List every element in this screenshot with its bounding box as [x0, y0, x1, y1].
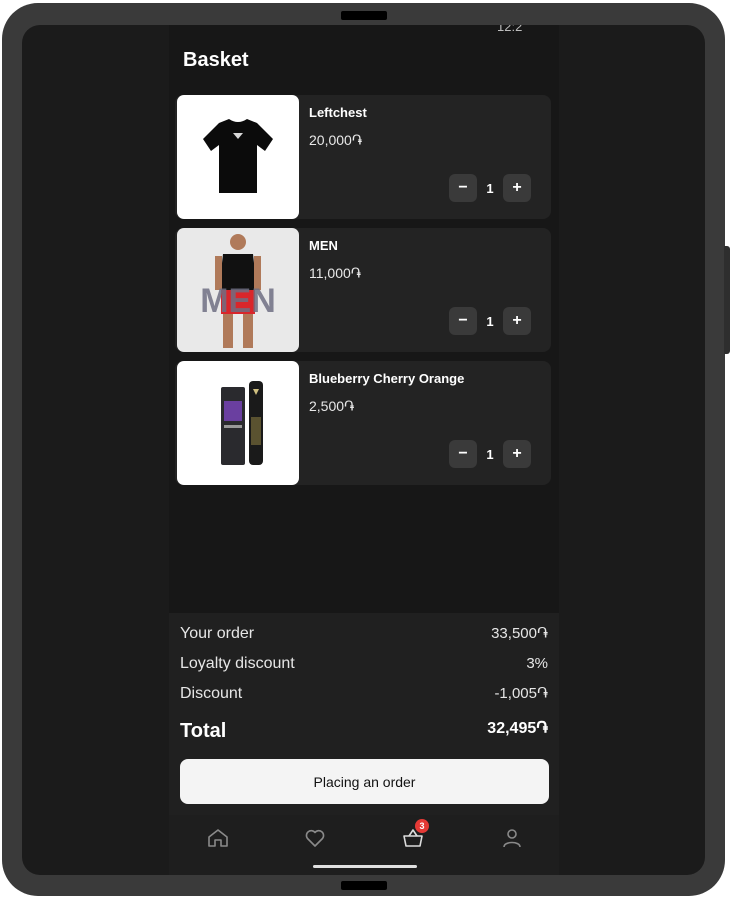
tab-favorites[interactable] — [301, 825, 329, 851]
decrease-quantity-button[interactable]: − — [449, 307, 477, 335]
quantity-stepper: − 1 + — [449, 307, 531, 335]
tab-profile[interactable] — [498, 825, 526, 851]
status-bar-time: 12:2 — [497, 25, 523, 34]
tab-home[interactable] — [204, 825, 232, 851]
top-camera-sensor — [341, 11, 387, 20]
cart-count-badge: 3 — [415, 819, 429, 833]
item-price: 2,500֏ — [309, 398, 355, 414]
quantity-stepper: − 1 + — [449, 440, 531, 468]
decrease-quantity-button[interactable]: − — [449, 440, 477, 468]
home-indicator[interactable] — [313, 865, 417, 868]
summary-row-order: Your order 33,500֏ — [180, 625, 548, 643]
basket-item[interactable]: Leftchest 20,000֏ − 1 + — [175, 95, 551, 219]
bottom-tab-bar: 3 — [169, 815, 559, 875]
tab-basket[interactable]: 3 — [399, 819, 429, 851]
page-title: Basket — [183, 49, 249, 71]
quantity-stepper: − 1 + — [449, 174, 531, 202]
order-summary: Your order 33,500֏ Loyalty discount 3% D… — [169, 613, 559, 815]
summary-row-total: Total 32,495֏ — [180, 720, 548, 743]
decrease-quantity-button[interactable]: − — [449, 174, 477, 202]
bottom-sensor — [341, 881, 387, 890]
summary-value: 3% — [526, 655, 548, 672]
profile-icon — [503, 829, 521, 848]
summary-value: -1,005֏ — [494, 685, 548, 702]
place-order-button[interactable]: Placing an order — [180, 759, 549, 804]
item-name[interactable]: Blueberry Cherry Orange — [309, 371, 464, 386]
total-label: Total — [180, 720, 227, 742]
item-price: 20,000֏ — [309, 132, 363, 148]
increase-quantity-button[interactable]: + — [503, 440, 531, 468]
summary-label: Your order — [180, 625, 255, 642]
item-name[interactable]: MEN — [309, 238, 338, 253]
basket-item[interactable]: MEN MEN 11,000֏ − 1 + — [175, 228, 551, 352]
total-value: 32,495֏ — [487, 720, 548, 737]
product-image[interactable] — [177, 361, 299, 485]
home-icon — [208, 829, 228, 847]
tablet-frame: 12:2 Basket Leftchest 20,000֏ − 1 + MEN … — [2, 3, 725, 896]
quantity-value: 1 — [486, 313, 494, 329]
screen: 12:2 Basket Leftchest 20,000֏ − 1 + MEN … — [22, 25, 705, 875]
quantity-value: 1 — [486, 446, 494, 462]
image-overlay-text: MEN — [200, 282, 276, 320]
summary-value: 33,500֏ — [491, 625, 548, 642]
summary-row-discount: Discount -1,005֏ — [180, 685, 548, 703]
summary-label: Discount — [180, 685, 243, 702]
summary-label: Loyalty discount — [180, 655, 295, 672]
item-price: 11,000֏ — [309, 265, 362, 281]
product-image[interactable]: MEN — [177, 228, 299, 352]
app-screen: 12:2 Basket Leftchest 20,000֏ − 1 + MEN … — [169, 25, 559, 875]
basket-item[interactable]: Blueberry Cherry Orange 2,500֏ − 1 + — [175, 361, 551, 485]
heart-icon — [305, 829, 325, 847]
vape-device-icon — [221, 381, 263, 465]
product-image[interactable] — [177, 95, 299, 219]
increase-quantity-button[interactable]: + — [503, 307, 531, 335]
side-button — [724, 246, 730, 354]
tshirt-icon — [203, 119, 273, 193]
summary-row-loyalty: Loyalty discount 3% — [180, 655, 548, 673]
item-name[interactable]: Leftchest — [309, 105, 367, 120]
increase-quantity-button[interactable]: + — [503, 174, 531, 202]
quantity-value: 1 — [486, 180, 494, 196]
